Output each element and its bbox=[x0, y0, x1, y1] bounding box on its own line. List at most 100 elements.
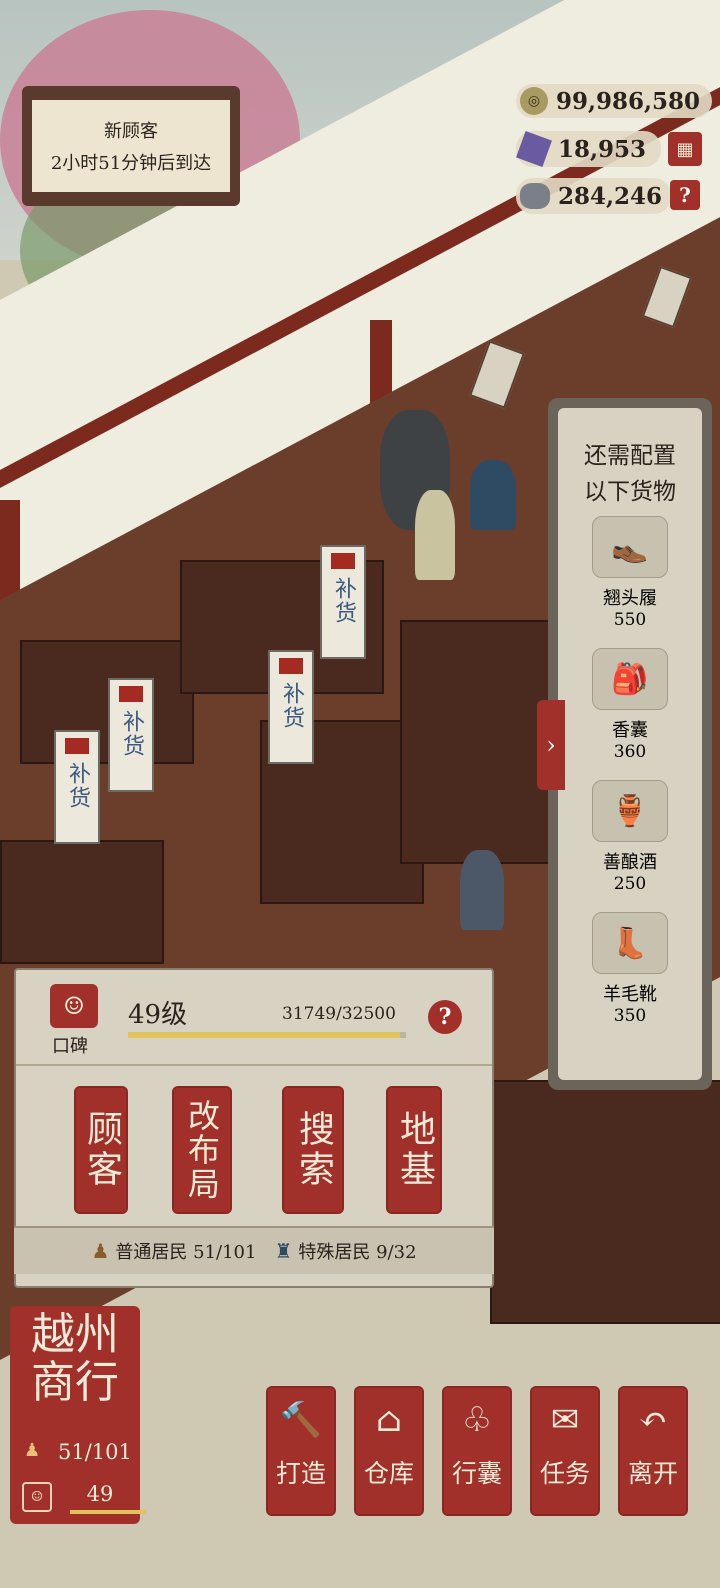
resident-icon: ♟ bbox=[24, 1440, 41, 1461]
divider bbox=[16, 1064, 492, 1066]
ore-icon bbox=[520, 183, 550, 209]
button-label: 搜索 bbox=[293, 1110, 334, 1190]
goods-panel: 还需配置 以下货物 👞 翘头履 550 🎒 香囊 360 🏺 善酿酒 250 👢… bbox=[548, 398, 712, 1090]
special-residents-text: 特殊居民 9/32 bbox=[298, 1242, 417, 1263]
currency-ore: 284,246 bbox=[516, 178, 671, 214]
leave-button[interactable]: ↶ 离开 bbox=[618, 1386, 688, 1516]
button-label: 地基 bbox=[394, 1110, 435, 1190]
notice-title: 新顾客 bbox=[104, 121, 158, 142]
craft-button[interactable]: 🔨 打造 bbox=[266, 1386, 336, 1516]
warehouse-button[interactable]: ⌂ 仓库 bbox=[354, 1386, 424, 1516]
shop-name: 越州 bbox=[31, 1309, 119, 1360]
button-label: 顾客 bbox=[81, 1110, 122, 1190]
shoe-icon: 👞 bbox=[592, 516, 668, 578]
normal-residents: ♟ 普通居民 51/101 bbox=[91, 1238, 256, 1264]
goods-name: 翘头履 bbox=[603, 588, 657, 609]
goods-name: 香囊 bbox=[612, 720, 648, 741]
ore-value: 284,246 bbox=[558, 182, 663, 210]
wine-jar-icon: 🏺 bbox=[592, 780, 668, 842]
special-resident-icon: ♜ bbox=[274, 1239, 293, 1263]
banner-label: 补货 bbox=[65, 762, 90, 810]
menu-label: 任务 bbox=[539, 1459, 590, 1488]
goods-name: 善酿酒 bbox=[603, 852, 657, 873]
help-icon[interactable]: ? bbox=[670, 180, 700, 210]
menu-label: 仓库 bbox=[363, 1459, 414, 1488]
restock-banner[interactable]: 补货 bbox=[108, 678, 154, 792]
shop-level: 49 bbox=[86, 1482, 114, 1506]
shop-residents: 51/101 bbox=[58, 1440, 132, 1464]
sachet-icon: 🎒 bbox=[592, 648, 668, 710]
level-underline bbox=[70, 1510, 146, 1514]
normal-residents-text: 普通居民 51/101 bbox=[115, 1242, 257, 1263]
special-residents: ♜ 特殊居民 9/32 bbox=[274, 1238, 416, 1264]
goods-panel-title: 以下货物 bbox=[584, 479, 676, 505]
bundle-button[interactable]: ♧ 行囊 bbox=[442, 1386, 512, 1516]
reputation-progress-text: 31749/32500 bbox=[282, 1004, 396, 1024]
goods-item[interactable]: 🏺 善酿酒 250 bbox=[558, 780, 702, 912]
search-button[interactable]: 搜索 bbox=[282, 1086, 344, 1214]
reputation-level: 49级 bbox=[128, 1000, 188, 1030]
restock-banner[interactable]: 补货 bbox=[320, 545, 366, 659]
hammer-icon bbox=[119, 686, 143, 702]
scroll-icon: ✉ bbox=[550, 1400, 580, 1440]
button-label: 改布局 bbox=[183, 1099, 221, 1201]
shelf[interactable] bbox=[490, 1080, 720, 1324]
boot-icon: 👢 bbox=[592, 912, 668, 974]
menu-label: 打造 bbox=[275, 1459, 326, 1488]
reputation-icon: ☺ bbox=[22, 1482, 52, 1512]
shop-icon[interactable]: ▦ bbox=[668, 132, 702, 166]
hammer-icon bbox=[279, 658, 303, 674]
shelf[interactable] bbox=[0, 840, 164, 964]
shop-name: 商行 bbox=[31, 1357, 119, 1408]
hammer-icon bbox=[65, 738, 89, 754]
customer[interactable] bbox=[460, 850, 504, 930]
coin-value: 99,986,580 bbox=[556, 87, 701, 115]
residents-bar: ♟ 普通居民 51/101 ♜ 特殊居民 9/32 bbox=[14, 1226, 494, 1274]
currency-jade: 18,953 bbox=[516, 131, 661, 167]
hammer-icon bbox=[331, 553, 355, 569]
reputation-progress-bar bbox=[128, 1032, 406, 1038]
sign-board: 新顾客 2小时51分钟后到达 bbox=[32, 100, 230, 192]
resident-icon: ♟ bbox=[91, 1239, 110, 1263]
shopkeeper[interactable] bbox=[470, 460, 516, 530]
reputation-progress-fill bbox=[128, 1032, 400, 1038]
reputation-label: 口碑 bbox=[52, 1036, 88, 1057]
reputation-icon: ☺ bbox=[50, 984, 98, 1028]
customer[interactable] bbox=[415, 490, 455, 580]
help-icon[interactable]: ? bbox=[428, 1000, 462, 1034]
collapse-panel-button[interactable]: › bbox=[537, 700, 565, 790]
bundle-icon: ♧ bbox=[461, 1400, 493, 1440]
menu-label: 离开 bbox=[627, 1459, 678, 1488]
restock-banner[interactable]: 补货 bbox=[268, 650, 314, 764]
coin-icon: ◎ bbox=[520, 87, 548, 115]
goods-panel-inner: 还需配置 以下货物 👞 翘头履 550 🎒 香囊 360 🏺 善酿酒 250 👢… bbox=[558, 408, 702, 1080]
goods-list[interactable]: 👞 翘头履 550 🎒 香囊 360 🏺 善酿酒 250 👢 羊毛靴 350 bbox=[558, 516, 702, 1044]
goods-count: 250 bbox=[613, 874, 647, 894]
jade-value: 18,953 bbox=[558, 135, 647, 163]
tasks-button[interactable]: ✉ 任务 bbox=[530, 1386, 600, 1516]
goods-item[interactable]: 👢 羊毛靴 350 bbox=[558, 912, 702, 1044]
shop-panel: ☺ 口碑 49级 31749/32500 ? 顾客 改布局 搜索 地基 ♟ 普通… bbox=[14, 968, 494, 1288]
customers-button[interactable]: 顾客 bbox=[74, 1086, 128, 1214]
banner-label: 补货 bbox=[279, 682, 304, 730]
goods-panel-title: 还需配置 bbox=[584, 443, 676, 469]
warehouse-icon: ⌂ bbox=[376, 1400, 402, 1440]
restock-banner[interactable]: 补货 bbox=[54, 730, 100, 844]
hammer-icon: 🔨 bbox=[279, 1400, 323, 1440]
layout-button[interactable]: 改布局 bbox=[172, 1086, 232, 1214]
new-customer-sign[interactable]: 新顾客 2小时51分钟后到达 bbox=[22, 86, 240, 206]
notice-countdown: 2小时51分钟后到达 bbox=[50, 153, 212, 174]
banner-label: 补货 bbox=[119, 710, 144, 758]
foundation-button[interactable]: 地基 bbox=[386, 1086, 442, 1214]
shelf[interactable] bbox=[20, 640, 194, 764]
currency-coin: ◎ 99,986,580 bbox=[516, 84, 712, 118]
return-icon: ↶ bbox=[638, 1400, 668, 1440]
goods-item[interactable]: 👞 翘头履 550 bbox=[558, 516, 702, 648]
shop-seal[interactable]: 越州 商行 ♟ 51/101 ☺ 49 bbox=[10, 1306, 146, 1524]
goods-count: 550 bbox=[613, 610, 647, 630]
goods-name: 羊毛靴 bbox=[603, 984, 657, 1005]
goods-count: 350 bbox=[613, 1006, 647, 1026]
goods-item[interactable]: 🎒 香囊 360 bbox=[558, 648, 702, 780]
banner-label: 补货 bbox=[331, 577, 356, 625]
menu-label: 行囊 bbox=[451, 1459, 502, 1488]
